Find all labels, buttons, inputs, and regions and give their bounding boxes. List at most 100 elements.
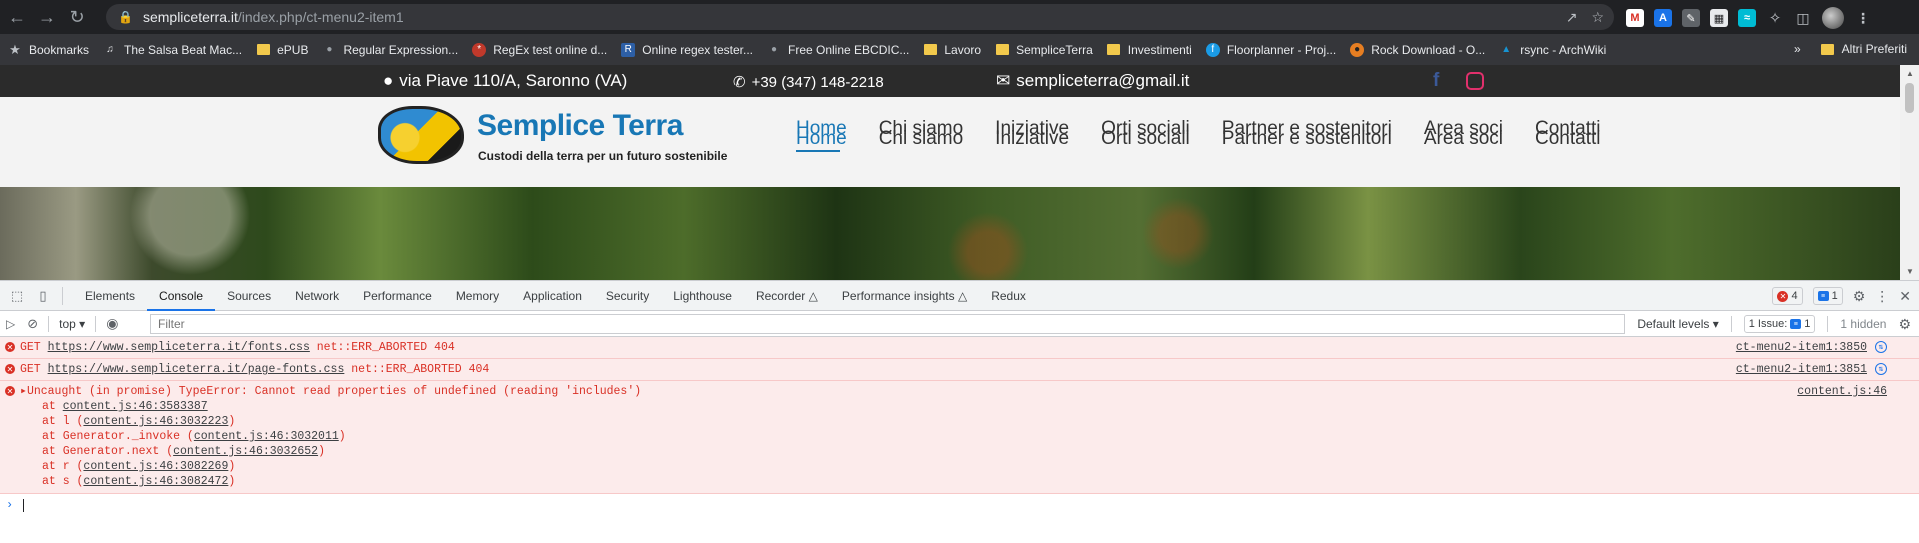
scrollbar-thumb[interactable]	[1905, 83, 1914, 113]
other-bookmarks[interactable]: Altri Preferiti	[1821, 42, 1907, 56]
bookmark-star-icon[interactable]: ☆	[1591, 9, 1604, 26]
source-link[interactable]: ct-menu2-item1:3851	[1736, 362, 1867, 377]
menu-item-iniziative[interactable]: Iniziative Iniziative	[995, 119, 1069, 152]
url-text: sempliceterra.it/index.php/ct-menu2-item…	[142, 9, 404, 25]
menu-item-contatti[interactable]: Contatti Contatti	[1535, 119, 1600, 152]
bookmark-item[interactable]: R Online regex tester...	[621, 42, 753, 57]
menu-item-orti-sociali[interactable]: Orti sociali Orti sociali	[1101, 119, 1190, 152]
tab-recorder[interactable]: Recorder △	[744, 281, 830, 311]
menu-item-home[interactable]: Home Home	[796, 119, 847, 152]
stack-frame: at l (content.js:46:3032223)	[42, 415, 236, 428]
browser-menu-icon[interactable]: ⋮	[1854, 9, 1872, 27]
facebook-icon[interactable]: f	[1433, 70, 1439, 92]
folder-icon	[995, 44, 1009, 55]
device-toolbar-icon[interactable]: ▯	[34, 287, 52, 305]
console-error-row[interactable]: ✕ ▸Uncaught (in promise) TypeError: Cann…	[0, 381, 1919, 494]
bookmark-item[interactable]: Investimenti	[1107, 43, 1192, 57]
bookmark-item[interactable]: ePUB	[256, 43, 308, 57]
gmail-extension-icon[interactable]: M	[1626, 9, 1644, 27]
scroll-up-icon[interactable]: ▲	[1906, 69, 1914, 78]
tab-elements[interactable]: Elements	[73, 281, 147, 311]
tab-performance-insights[interactable]: Performance insights △	[830, 281, 979, 311]
menu-item-chi-siamo[interactable]: Chi siamo Chi siamo	[879, 119, 963, 152]
scroll-down-icon[interactable]: ▼	[1906, 267, 1914, 276]
source-link[interactable]: ct-menu2-item1:3850	[1736, 340, 1867, 355]
share-icon[interactable]: ↗	[1566, 9, 1578, 26]
tab-redux[interactable]: Redux	[979, 281, 1038, 311]
more-options-icon[interactable]: ⋮	[1875, 288, 1889, 305]
bookmark-item[interactable]: * RegEx test online d...	[472, 42, 607, 57]
extensions-puzzle-icon[interactable]: ✧	[1766, 9, 1784, 27]
context-select[interactable]: top ▾	[59, 317, 85, 331]
floorplanner-icon: f	[1205, 42, 1220, 57]
page-viewport: ● via Piave 110/A, Saronno (VA) ✆ +39 (3…	[0, 65, 1900, 280]
clear-console-icon[interactable]: ⊘	[27, 316, 38, 332]
tab-security[interactable]: Security	[594, 281, 661, 311]
bookmark-item[interactable]: ● Rock Download - O...	[1350, 42, 1485, 57]
back-button[interactable]: ←	[4, 4, 30, 30]
inspect-element-icon[interactable]: ⬚	[8, 287, 26, 305]
log-levels-select[interactable]: Default levels ▾	[1637, 317, 1718, 331]
side-panel-icon[interactable]: ◫	[1794, 9, 1812, 27]
console-error-row[interactable]: ✕ GET https://www.sempliceterra.it/page-…	[0, 359, 1919, 381]
bookmark-item[interactable]: Lavoro	[923, 43, 981, 57]
message-counter[interactable]: ≡ 1	[1812, 287, 1843, 305]
profile-avatar[interactable]	[1822, 7, 1844, 29]
bookmark-item[interactable]: ● Free Online EBCDIC...	[767, 43, 909, 57]
console-toolbar: ▷ ⊘ top ▾ ◉ Default levels ▾ 1 Issue:≡1 …	[0, 311, 1919, 337]
bookmark-item[interactable]: ▲ rsync - ArchWiki	[1499, 43, 1606, 57]
error-counter[interactable]: ✕ 4	[1772, 287, 1803, 305]
r-icon: R	[621, 42, 636, 57]
console-filter-input[interactable]	[150, 314, 1625, 334]
tab-performance[interactable]: Performance	[351, 281, 444, 311]
music-icon: ♫	[106, 44, 114, 55]
menu-item-area-soci[interactable]: Area soci Area soci	[1424, 119, 1503, 152]
tab-sources[interactable]: Sources	[215, 281, 283, 311]
logo-image[interactable]	[378, 106, 464, 164]
console-settings-gear-icon[interactable]: ⚙	[1898, 316, 1911, 333]
error-icon: ✕	[5, 342, 15, 352]
qr-extension-icon[interactable]: ▦	[1710, 9, 1728, 27]
close-devtools-icon[interactable]: ✕	[1899, 288, 1911, 305]
error-icon: ✕	[1777, 290, 1789, 302]
issues-button[interactable]: 1 Issue: ≡ 1	[1743, 315, 1816, 333]
logo-subtitle: Custodi della terra per un futuro sosten…	[478, 149, 728, 163]
sidebar-toggle-icon[interactable]: ▷	[6, 317, 15, 331]
settings-gear-icon[interactable]: ⚙	[1853, 288, 1866, 305]
page-scrollbar[interactable]: ▲ ▼	[1900, 65, 1919, 280]
request-url-link[interactable]: https://www.sempliceterra.it/page-fonts.…	[48, 363, 345, 376]
bookmark-item[interactable]: ★ Bookmarks	[8, 42, 89, 57]
bookmark-item[interactable]: SempliceTerra	[995, 43, 1093, 57]
logo-title[interactable]: Semplice Terra	[477, 109, 683, 143]
tab-application[interactable]: Application	[511, 281, 594, 311]
forward-button[interactable]: →	[34, 4, 60, 30]
address-bar[interactable]: 🔒 sempliceterra.it/index.php/ct-menu2-it…	[106, 4, 1614, 30]
phone-info[interactable]: ✆ +39 (347) 148-2218	[733, 73, 884, 92]
tab-network[interactable]: Network	[283, 281, 351, 311]
console-error-row[interactable]: ✕ GET https://www.sempliceterra.it/fonts…	[0, 337, 1919, 359]
menu-item-partner[interactable]: Partner e sostenitori Partner e sostenito…	[1222, 119, 1392, 152]
expand-triangle-icon[interactable]: ▸	[20, 385, 27, 398]
tab-lighthouse[interactable]: Lighthouse	[661, 281, 744, 311]
bookmark-item[interactable]: f Floorplanner - Proj...	[1205, 42, 1336, 57]
rock-icon: ●	[1350, 42, 1365, 57]
network-request-icon[interactable]: ⇅	[1875, 363, 1887, 375]
network-request-icon[interactable]: ⇅	[1875, 341, 1887, 353]
live-expression-eye-icon[interactable]: ◉	[106, 315, 118, 332]
bookmark-item[interactable]: ♫ The Salsa Beat Mac...	[103, 43, 242, 57]
email-info[interactable]: ✉ sempliceterra@gmail.it	[996, 71, 1189, 91]
regex-icon: *	[472, 42, 487, 57]
wifi-extension-icon[interactable]: ≈	[1738, 9, 1756, 27]
more-bookmarks-icon[interactable]: »	[1794, 42, 1801, 56]
error-icon: ✕	[5, 364, 15, 374]
reload-button[interactable]: ↻	[64, 4, 90, 30]
source-link[interactable]: content.js:46	[1797, 384, 1887, 399]
tab-memory[interactable]: Memory	[444, 281, 511, 311]
eyedropper-extension-icon[interactable]: ✎	[1682, 9, 1700, 27]
translate-extension-icon[interactable]: A	[1654, 9, 1672, 27]
instagram-icon[interactable]	[1466, 72, 1484, 90]
tab-console[interactable]: Console	[147, 281, 216, 311]
console-prompt[interactable]: ›	[0, 494, 1919, 512]
bookmark-item[interactable]: ● Regular Expression...	[322, 43, 458, 57]
request-url-link[interactable]: https://www.sempliceterra.it/fonts.css	[48, 341, 310, 354]
